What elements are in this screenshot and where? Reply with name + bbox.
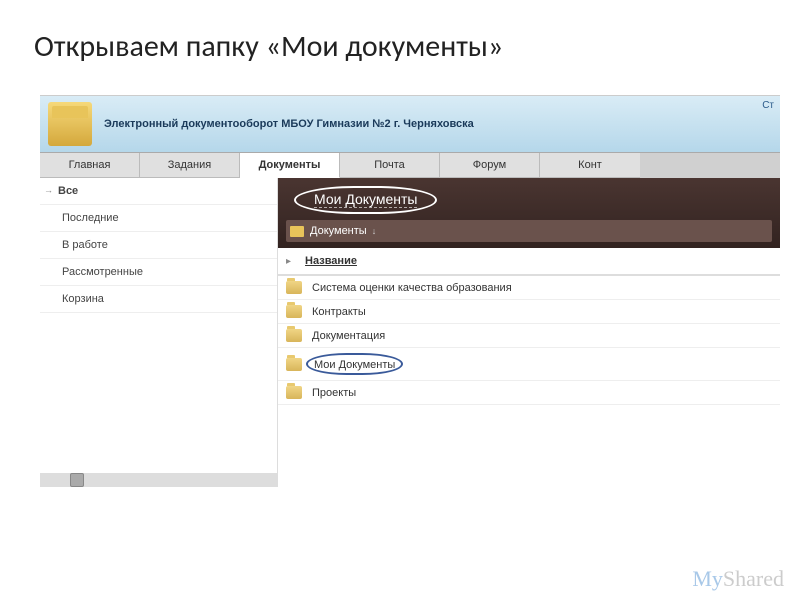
sidebar-item-reviewed[interactable]: Рассмотренные bbox=[40, 259, 277, 286]
app-title: Электронный документооборот МБОУ Гимнази… bbox=[104, 118, 474, 130]
folder-icon bbox=[286, 386, 302, 399]
main-title: Мои Документы bbox=[314, 191, 417, 208]
sidebar-item-inprogress[interactable]: В работе bbox=[40, 232, 277, 259]
document-list: ▸ Название Система оценки качества образ… bbox=[278, 248, 780, 405]
watermark-text-a: My bbox=[692, 566, 723, 591]
sidebar-spacer bbox=[40, 313, 277, 473]
sidebar-item-trash[interactable]: Корзина bbox=[40, 286, 277, 313]
list-item-label: Документация bbox=[312, 330, 385, 342]
tab-documents[interactable]: Документы bbox=[240, 153, 340, 178]
tab-tasks[interactable]: Задания bbox=[140, 153, 240, 178]
list-item-label: Мои Документы bbox=[314, 359, 395, 371]
app-header: Электронный документооборот МБОУ Гимнази… bbox=[40, 96, 780, 153]
content: Все Последние В работе Рассмотренные Кор… bbox=[40, 178, 780, 487]
main-panel: Мои Документы Документы ↓ ▸ Название Сис… bbox=[278, 178, 780, 487]
column-name[interactable]: Название bbox=[305, 255, 357, 267]
list-item-mydocuments[interactable]: Мои Документы bbox=[278, 348, 780, 381]
slide-title: Открываем папку «Мои документы» bbox=[0, 0, 800, 83]
sidebar-scrollbar[interactable] bbox=[40, 473, 278, 487]
breadcrumb-text: Документы bbox=[310, 225, 367, 237]
watermark: MyShared bbox=[692, 566, 784, 592]
main-header-dark: Мои Документы Документы ↓ bbox=[278, 178, 780, 248]
annotation-oval-title: Мои Документы bbox=[294, 186, 437, 214]
list-item-label: Система оценки качества образования bbox=[312, 282, 512, 294]
tab-contacts[interactable]: Конт bbox=[540, 153, 640, 178]
folder-icon bbox=[286, 358, 302, 371]
folder-icon bbox=[290, 226, 304, 237]
list-header[interactable]: ▸ Название bbox=[278, 248, 780, 276]
tab-main[interactable]: Главная bbox=[40, 153, 140, 178]
list-item[interactable]: Система оценки качества образования bbox=[278, 276, 780, 300]
folder-icon bbox=[286, 305, 302, 318]
sidebar-item-recent[interactable]: Последние bbox=[40, 205, 277, 232]
scrollbar-thumb[interactable] bbox=[70, 473, 84, 487]
tab-forum[interactable]: Форум bbox=[440, 153, 540, 178]
breadcrumb[interactable]: Документы ↓ bbox=[286, 220, 772, 242]
chevron-down-icon: ↓ bbox=[372, 226, 377, 236]
list-item-label: Контракты bbox=[312, 306, 366, 318]
sidebar-item-all[interactable]: Все bbox=[40, 178, 277, 205]
sidebar: Все Последние В работе Рассмотренные Кор… bbox=[40, 178, 278, 487]
list-item[interactable]: Контракты bbox=[278, 300, 780, 324]
annotation-oval-row: Мои Документы bbox=[306, 353, 403, 375]
folder-icon bbox=[48, 102, 92, 146]
list-item[interactable]: Документация bbox=[278, 324, 780, 348]
watermark-text-b: Shared bbox=[723, 566, 784, 591]
list-item-label: Проекты bbox=[312, 387, 356, 399]
tabs: Главная Задания Документы Почта Форум Ко… bbox=[40, 153, 780, 178]
list-item[interactable]: Проекты bbox=[278, 381, 780, 405]
sort-arrow-icon: ▸ bbox=[286, 256, 291, 267]
folder-icon bbox=[286, 329, 302, 342]
app-window: Электронный документооборот МБОУ Гимнази… bbox=[40, 95, 780, 487]
folder-icon bbox=[286, 281, 302, 294]
tab-mail[interactable]: Почта bbox=[340, 153, 440, 178]
header-side-text: Ст bbox=[762, 100, 774, 111]
